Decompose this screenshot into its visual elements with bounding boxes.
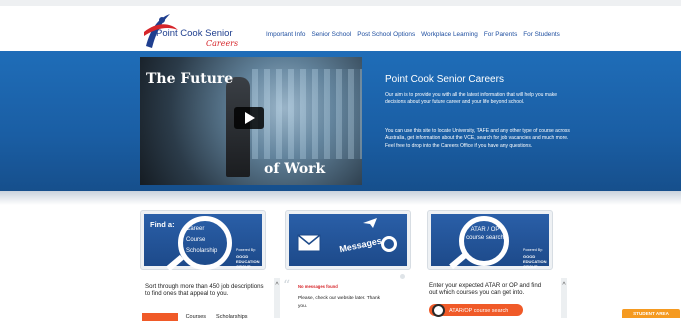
- student-area-button[interactable]: STUDENT AREA: [622, 309, 680, 318]
- find-a-label: Find a:: [150, 220, 175, 229]
- atar-tile[interactable]: ATAR / OP course search Powered By: GOOD…: [427, 210, 553, 270]
- find-item-career: Career: [186, 226, 205, 232]
- messages-panel: “ No messages found Please, check our we…: [283, 278, 411, 318]
- tile-inner: ATAR / OP course search Powered By: GOOD…: [431, 214, 549, 270]
- scroll-up-icon[interactable]: ^: [561, 282, 567, 289]
- good-education-logo: GOOD EDUCATION GROUP: [236, 254, 260, 269]
- paper-plane-icon: [363, 218, 377, 228]
- atar-search-button[interactable]: ATAR/OP course search: [429, 304, 523, 317]
- video-screen-image: [252, 69, 362, 159]
- messages-tile[interactable]: Messages: [285, 210, 411, 270]
- career-panel: Sort through more than 450 job descripti…: [140, 278, 280, 321]
- banner-shadow: [0, 191, 681, 205]
- no-messages-alert: No messages found: [298, 284, 338, 289]
- nav-senior-school[interactable]: Senior School: [311, 31, 351, 38]
- tab-scholarships[interactable]: Scholarships: [214, 313, 250, 321]
- tile-inner: Messages: [289, 214, 407, 266]
- site-logo[interactable]: Point Cook Senior Careers: [140, 12, 250, 52]
- career-description: Sort through more than 450 job descripti…: [145, 283, 264, 298]
- tab-careers[interactable]: Careers: [142, 313, 178, 321]
- nav-for-parents[interactable]: For Parents: [484, 31, 517, 38]
- close-dot-icon[interactable]: [400, 274, 405, 279]
- atar-description: Enter your expected ATAR or OP and find …: [429, 282, 542, 297]
- banner-title: Point Cook Senior Careers: [385, 74, 504, 85]
- play-button-icon[interactable]: [234, 107, 264, 129]
- tile-inner: Find a: Career Course Scholarship Powere…: [144, 214, 262, 272]
- atar-search-button-label: ATAR/OP course search: [449, 307, 509, 314]
- find-items: Career Course Scholarship: [186, 224, 217, 257]
- logo-sub-text: Careers: [206, 39, 239, 48]
- nav-for-students[interactable]: For Students: [523, 31, 560, 38]
- career-tabs: Careers Courses Scholarships: [142, 313, 250, 321]
- find-a-tile[interactable]: Find a: Career Course Scholarship Powere…: [140, 210, 266, 272]
- nav-important-info[interactable]: Important Info: [266, 31, 305, 38]
- good-education-logo: GOOD EDUCATION GROUP: [523, 254, 547, 269]
- search-icon: [432, 304, 445, 317]
- message-body: Please, check our website later. Thank y…: [298, 296, 381, 309]
- target-icon: [381, 236, 397, 252]
- nav-post-school-options[interactable]: Post School Options: [357, 31, 415, 38]
- main-nav: Important Info Senior School Post School…: [266, 31, 560, 38]
- atar-panel: Enter your expected ATAR or OP and find …: [427, 278, 567, 318]
- envelope-icon: [297, 234, 321, 252]
- logo-main-text: Point Cook Senior: [156, 28, 233, 39]
- find-item-course: Course: [186, 237, 206, 243]
- banner-paragraph-2: You can use this site to locate Universi…: [385, 128, 570, 149]
- atar-label: ATAR / OP course search: [466, 227, 504, 241]
- banner-paragraph-1: Our aim is to provide you with all the l…: [385, 92, 558, 106]
- scroll-up-icon[interactable]: ^: [274, 282, 280, 289]
- find-item-scholarship: Scholarship: [186, 248, 218, 254]
- messages-label: Messages: [338, 235, 383, 255]
- tab-courses[interactable]: Courses: [184, 313, 208, 321]
- video-title-line-2: of Work: [264, 161, 326, 177]
- hero-video[interactable]: The Future of Work: [140, 57, 362, 185]
- quote-icon: “: [283, 278, 291, 294]
- powered-by-label: Powered By:: [523, 248, 543, 252]
- site-header: Point Cook Senior Careers Important Info…: [0, 6, 681, 50]
- nav-workplace-learning[interactable]: Workplace Learning: [421, 31, 478, 38]
- video-title-line-1: The Future: [146, 71, 234, 87]
- powered-by-label: Powered By:: [236, 248, 256, 252]
